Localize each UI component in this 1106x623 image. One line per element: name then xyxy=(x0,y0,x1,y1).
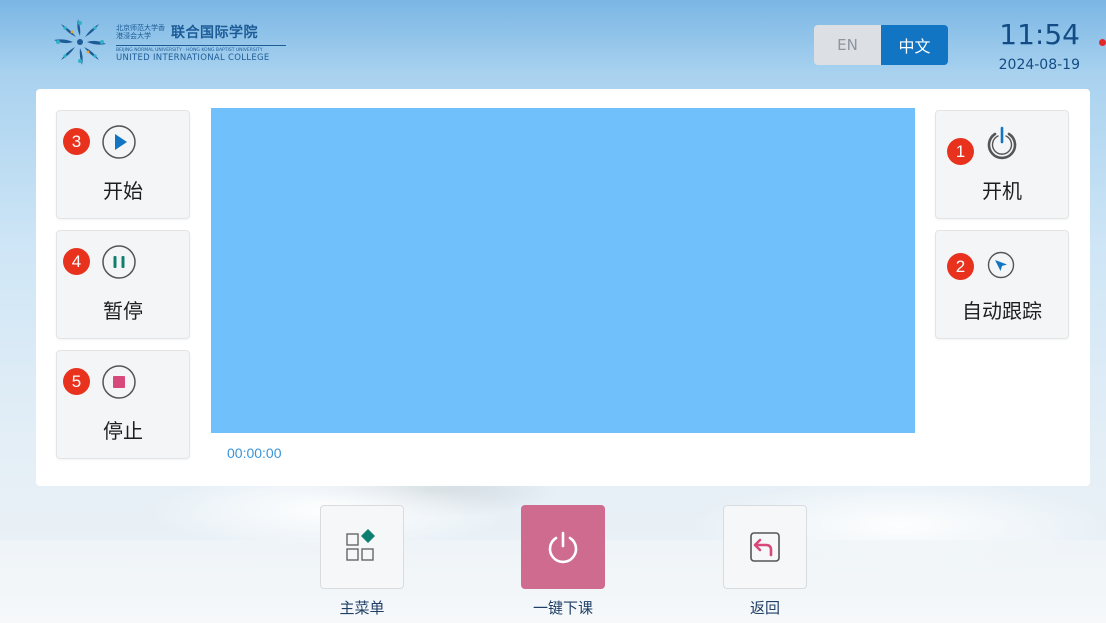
pause-icon xyxy=(102,245,136,279)
pause-label: 暂停 xyxy=(103,299,143,323)
back-label: 返回 xyxy=(749,599,780,617)
logo-divider xyxy=(116,44,286,46)
clock-time: 11:54 xyxy=(999,18,1080,51)
step-badge: 4 xyxy=(63,248,90,275)
power-icon xyxy=(987,126,1017,160)
stop-button[interactable]: 5 停止 xyxy=(56,350,190,459)
main-menu-button[interactable] xyxy=(320,505,404,589)
recording-timecode: 00:00:00 xyxy=(227,445,282,461)
stop-label: 停止 xyxy=(103,419,143,443)
step-badge: 3 xyxy=(63,128,90,155)
step-badge: 2 xyxy=(947,253,974,280)
lang-cn-button[interactable]: 中文 xyxy=(881,25,948,65)
logo-cn-name: 联合国际学院 xyxy=(171,24,258,41)
pause-button[interactable]: 4 暂停 xyxy=(56,230,190,339)
college-emblem-icon xyxy=(54,19,106,65)
clock: 11:54 2024-08-19 xyxy=(980,18,1080,76)
logo-text: 北京师范大学香港浸会大学 联合国际学院 BEIJING NORMAL UNIVE… xyxy=(116,22,286,63)
main-menu-label: 主菜单 xyxy=(339,599,385,617)
step-badge: 5 xyxy=(63,368,90,395)
main-menu-icon xyxy=(346,529,375,561)
video-preview[interactable] xyxy=(211,108,915,433)
back-button[interactable] xyxy=(723,505,807,589)
end-class-button[interactable] xyxy=(521,505,605,589)
start-button[interactable]: 3 开始 xyxy=(56,110,190,219)
auto-tracking-label: 自动跟踪 xyxy=(962,299,1042,323)
lang-en-button[interactable]: EN xyxy=(814,25,881,65)
power-icon xyxy=(548,531,578,564)
stop-icon xyxy=(102,365,136,399)
tracking-icon xyxy=(987,251,1015,279)
logo-en-name: UNITED INTERNATIONAL COLLEGE xyxy=(116,52,270,63)
back-icon xyxy=(750,532,780,562)
auto-tracking-button[interactable]: 2 自动跟踪 xyxy=(935,230,1069,339)
power-on-label: 开机 xyxy=(982,179,1022,203)
clock-date: 2024-08-19 xyxy=(998,57,1080,73)
college-logo: 北京师范大学香港浸会大学 联合国际学院 BEIJING NORMAL UNIVE… xyxy=(48,14,288,70)
play-icon xyxy=(102,125,136,159)
logo-small-cn: 北京师范大学香港浸会大学 xyxy=(116,23,165,40)
end-class-label: 一键下课 xyxy=(532,599,593,617)
control-panel: 3 开始 4 暂停 5 停止 00:00:00 1 开机 2 自动跟踪 xyxy=(36,89,1090,486)
logo-en-sub: BEIJING NORMAL UNIVERSITY · HONG KONG BA… xyxy=(116,47,263,53)
start-label: 开始 xyxy=(103,179,143,203)
step-badge: 1 xyxy=(947,138,974,165)
status-dot xyxy=(1099,39,1106,46)
language-switch: EN 中文 xyxy=(814,25,948,65)
power-on-button[interactable]: 1 开机 xyxy=(935,110,1069,219)
